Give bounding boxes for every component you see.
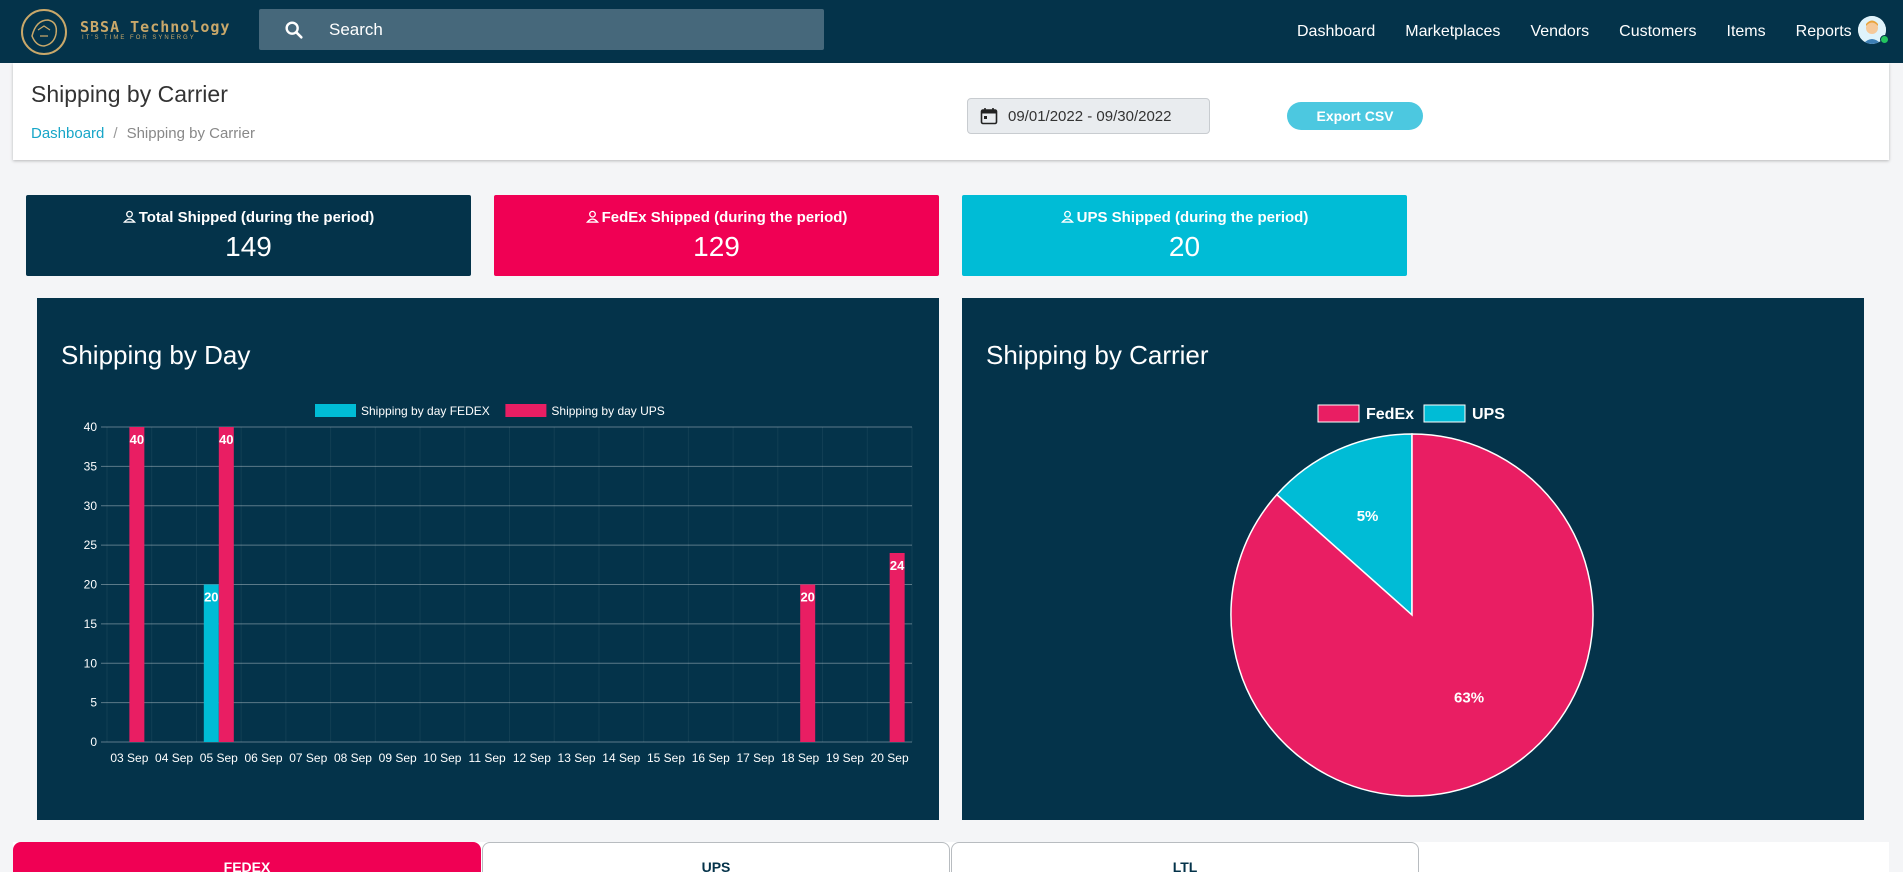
legend-label: Shipping by day UPS xyxy=(551,404,664,418)
legend-swatch xyxy=(505,404,547,417)
tab-fedex[interactable]: FEDEX xyxy=(13,842,481,872)
x-tick-label: 17 Sep xyxy=(736,751,774,765)
x-tick-label: 05 Sep xyxy=(200,751,238,765)
x-tick-label: 06 Sep xyxy=(245,751,283,765)
page-title: Shipping by Carrier xyxy=(31,81,228,107)
stat-fedex-label-row: FedEx Shipped (during the period) xyxy=(494,209,939,226)
x-tick-label: 08 Sep xyxy=(334,751,372,765)
legend-swatch xyxy=(315,404,356,417)
y-tick-label: 40 xyxy=(84,420,98,434)
x-tick-label: 10 Sep xyxy=(423,751,461,765)
top-navbar: SBSA Technology IT'S TIME FOR SYNERGY Da… xyxy=(0,0,1903,63)
stat-ups-label: UPS Shipped (during the period) xyxy=(1076,209,1309,226)
stat-ups-value: 20 xyxy=(1168,231,1201,262)
breadcrumb-separator: / xyxy=(113,125,118,142)
x-tick-label: 07 Sep xyxy=(289,751,327,765)
nav-reports[interactable]: Reports xyxy=(1796,23,1852,41)
nav-items[interactable]: Items xyxy=(1727,23,1766,41)
date-range-picker[interactable]: 09/01/2022 - 09/30/2022 xyxy=(967,98,1210,134)
stat-total-label-row: Total Shipped (during the period) xyxy=(26,209,471,226)
brand-tagline: IT'S TIME FOR SYNERGY xyxy=(82,35,196,41)
main-nav: Dashboard Marketplaces Vendors Customers… xyxy=(1267,0,1852,63)
nav-dashboard[interactable]: Dashboard xyxy=(1297,23,1375,41)
stat-total-label: Total Shipped (during the period) xyxy=(138,209,375,226)
x-tick-label: 14 Sep xyxy=(602,751,640,765)
nav-customers[interactable]: Customers xyxy=(1619,23,1696,41)
stat-fedex-shipped: FedEx Shipped (during the period) 129 xyxy=(494,195,939,276)
legend-swatch xyxy=(1317,404,1360,423)
x-tick-label: 20 Sep xyxy=(871,751,909,765)
stat-fedex-value: 129 xyxy=(693,231,740,262)
page-header: Shipping by Carrier Dashboard / Shipping b… xyxy=(13,63,1889,160)
x-tick-label: 12 Sep xyxy=(513,751,551,765)
bar-data-label: 40 xyxy=(130,432,144,447)
y-tick-label: 25 xyxy=(84,538,98,552)
y-tick-label: 5 xyxy=(90,696,97,710)
bar xyxy=(218,427,234,742)
legend-label: Shipping by day FEDEX xyxy=(361,404,490,418)
user-icon xyxy=(1060,210,1074,223)
x-tick-label: 18 Sep xyxy=(781,751,819,765)
bar-data-label: 20 xyxy=(800,590,814,605)
y-tick-label: 15 xyxy=(84,617,98,631)
breadcrumb-dashboard[interactable]: Dashboard xyxy=(31,125,104,142)
brand-logo[interactable]: SBSA Technology IT'S TIME FOR SYNERGY xyxy=(18,4,243,60)
stat-ups-label-row: UPS Shipped (during the period) xyxy=(962,209,1407,226)
y-tick-label: 10 xyxy=(84,656,98,670)
legend-swatch xyxy=(1423,404,1466,423)
x-tick-label: 03 Sep xyxy=(110,751,148,765)
y-tick-label: 35 xyxy=(84,459,98,473)
x-tick-label: 04 Sep xyxy=(155,751,193,765)
shipping-by-day-chart: 0 5 10 15 20 25 30 35 40 03 Sep 04 Sep 05 Sep 06 Sep… xyxy=(84,404,913,765)
stat-total-value: 149 xyxy=(225,231,272,262)
bar xyxy=(129,427,145,742)
x-tick-label: 11 Sep xyxy=(469,751,506,765)
y-tick-label: 30 xyxy=(84,499,98,513)
search-bar xyxy=(259,9,824,50)
tab-ltl[interactable]: LTL xyxy=(951,842,1419,872)
stat-total-shipped: Total Shipped (during the period) 149 xyxy=(26,195,471,276)
y-tick-label: 0 xyxy=(90,735,97,749)
export-csv-button[interactable]: Export CSV xyxy=(1287,102,1423,130)
stat-fedex-label: FedEx Shipped (during the period) xyxy=(601,209,848,226)
shipping-by-carrier-panel: Shipping by Carrier FedEx UPS 5% 63% xyxy=(962,298,1864,820)
nav-marketplaces[interactable]: Marketplaces xyxy=(1405,23,1500,41)
user-icon xyxy=(122,210,136,223)
bar-data-label: 20 xyxy=(204,590,218,605)
bar-data-label: 40 xyxy=(219,432,233,447)
lion-logo-icon xyxy=(21,9,67,55)
bar-data-label: 24 xyxy=(890,558,905,573)
online-status-dot xyxy=(1880,35,1889,44)
tab-ups[interactable]: UPS xyxy=(482,842,950,872)
breadcrumb: Dashboard / Shipping by Carrier xyxy=(31,125,255,142)
bar xyxy=(889,553,905,742)
x-tick-label: 15 Sep xyxy=(647,751,685,765)
nav-vendors[interactable]: Vendors xyxy=(1530,23,1589,41)
stat-ups-shipped: UPS Shipped (during the period) 20 xyxy=(962,195,1407,276)
y-tick-label: 20 xyxy=(84,578,98,592)
shipping-by-carrier-chart: FedEx UPS 5% 63% xyxy=(1230,404,1594,797)
bar xyxy=(800,584,816,742)
search-input[interactable] xyxy=(329,9,809,50)
pie-data-label: 5% xyxy=(1357,508,1379,525)
calendar-icon xyxy=(980,108,998,125)
breadcrumb-current: Shipping by Carrier xyxy=(126,125,255,142)
shipping-by-day-panel: Shipping by Day 0 5 10 15 20 25 30 35 40 03 Sep 04… xyxy=(37,298,939,820)
x-tick-label: 13 Sep xyxy=(558,751,596,765)
user-icon xyxy=(585,210,599,223)
legend-label: FedEx xyxy=(1366,406,1414,423)
x-tick-label: 19 Sep xyxy=(826,751,864,765)
bar xyxy=(203,584,219,742)
pie-data-label: 63% xyxy=(1454,690,1484,707)
date-range-value: 09/01/2022 - 09/30/2022 xyxy=(1008,108,1172,125)
x-tick-label: 16 Sep xyxy=(692,751,730,765)
brand-name: SBSA Technology xyxy=(80,18,231,36)
x-tick-label: 09 Sep xyxy=(379,751,417,765)
search-icon[interactable] xyxy=(283,19,305,41)
legend-label: UPS xyxy=(1472,406,1505,423)
